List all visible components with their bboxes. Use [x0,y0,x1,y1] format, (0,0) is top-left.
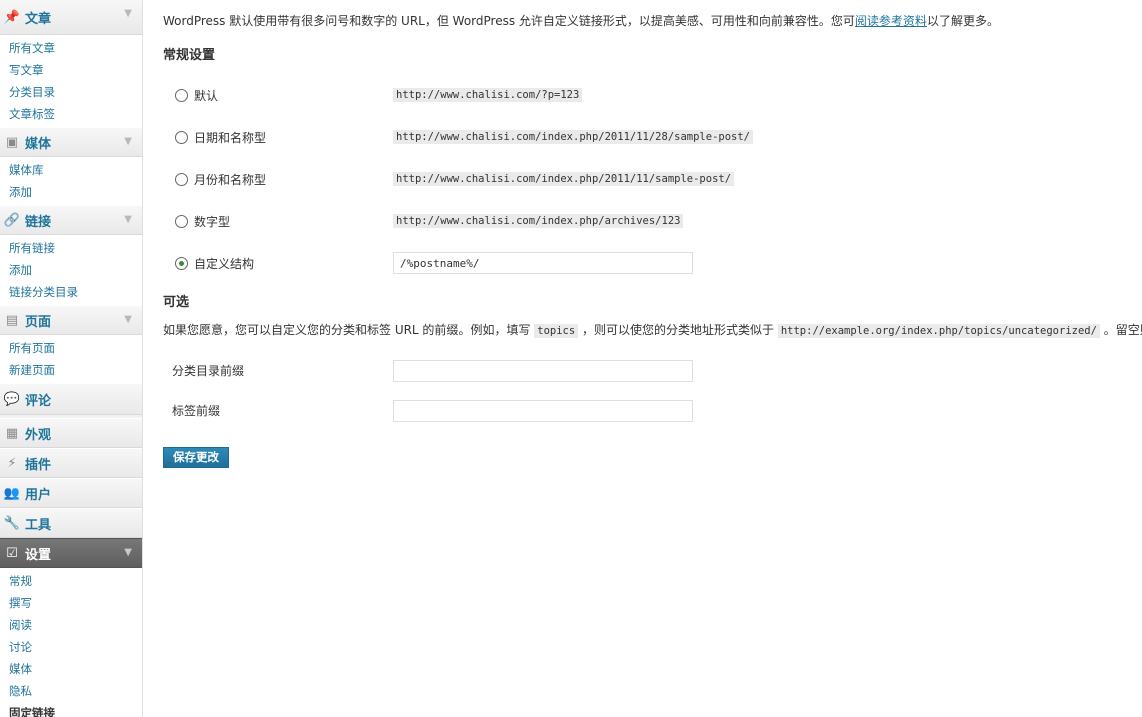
submenu-media: 媒体库 添加 [0,157,142,205]
sidebar-item-categories[interactable]: 分类目录 [0,81,142,103]
sample-date-name: http://www.chalisi.com/index.php/2011/11… [393,130,754,144]
menu-users[interactable]: 👥 用户 [0,478,142,508]
chevron-down-icon[interactable]: ▼ [124,314,132,325]
menu-appearance-label: 外观 [25,427,52,443]
sidebar-item-tags[interactable]: 文章标签 [0,103,142,125]
submenu-pages: 所有页面 新建页面 [0,335,142,383]
tools-icon: 🔧 [3,515,21,531]
menu-posts-label: 文章 [25,11,52,27]
pin-icon: 📌 [3,9,21,25]
option-date-name[interactable]: 日期和名称型 [175,126,266,148]
settings-icon: ☑ [6,545,18,561]
menu-media-label: 媒体 [25,136,52,152]
radio-date-name[interactable] [175,130,188,144]
sidebar-item-all-links[interactable]: 所有链接 [0,237,142,259]
optional-desc-2: ，则可以使您的分类地址形式类似于 [578,323,778,337]
menu-plugins[interactable]: ⚡ 插件 [0,448,142,478]
menu-tools-label: 工具 [25,517,52,533]
appearance-icon: ▦ [5,425,19,441]
chevron-down-icon[interactable]: ▼ [124,214,132,225]
sidebar-item-all-pages[interactable]: 所有页面 [0,337,142,359]
menu-links[interactable]: 🔗 链接 ▼ [0,205,142,235]
sample-numeric: http://www.chalisi.com/index.php/archive… [393,214,684,228]
sidebar-item-general[interactable]: 常规 [0,570,142,592]
optional-code-topics: topics [534,324,579,338]
menu-plugins-label: 插件 [25,457,52,473]
tag-base-label: 标签前缀 [172,404,221,418]
option-custom-label: 自定义结构 [194,256,255,271]
menu-pages-label: 页面 [25,314,52,330]
menu-appearance[interactable]: ▦ 外观 [0,418,142,448]
menu-settings[interactable]: ☑ 设置 ▼ [0,538,142,568]
option-month-name[interactable]: 月份和名称型 [175,168,266,190]
sidebar-item-permalinks[interactable]: 固定链接 [0,702,142,717]
menu-links-label: 链接 [25,214,52,230]
comment-icon: 💬 [3,391,21,407]
submenu-links: 所有链接 添加 链接分类目录 [0,235,142,305]
sidebar-item-new-post[interactable]: 写文章 [0,59,142,81]
submenu-posts: 所有文章 写文章 分类目录 文章标签 [0,35,142,127]
optional-desc-1: 如果您愿意，您可以自定义您的分类和标签 URL 的前缀。例如，填写 [163,323,535,337]
sidebar-item-writing[interactable]: 撰写 [0,592,142,614]
sidebar-item-privacy[interactable]: 隐私 [0,680,142,702]
radio-default[interactable] [175,88,188,102]
optional-code-example-url: http://example.org/index.php/topics/unca… [777,324,1100,338]
option-numeric[interactable]: 数字型 [175,210,230,232]
media-icon: ▣ [5,134,19,150]
reference-link[interactable]: 阅读参考资料 [855,14,927,28]
radio-month-name[interactable] [175,172,188,186]
option-custom[interactable]: 自定义结构 [175,252,254,274]
menu-comments[interactable]: 💬 评论 [0,383,142,415]
admin-sidebar: 📌 文章 ▼ 所有文章 写文章 分类目录 文章标签 ▣ 媒体 ▼ 媒体库 添加 … [0,0,143,717]
menu-pages[interactable]: ▤ 页面 ▼ [0,305,142,335]
intro-text: WordPress 默认使用带有很多问号和数字的 URL，但 WordPress… [163,12,999,29]
option-month-name-label: 月份和名称型 [194,172,267,187]
intro-text-after: 以了解更多。 [926,14,999,28]
submenu-settings: 常规 撰写 阅读 讨论 媒体 隐私 固定链接 [0,568,142,717]
chevron-down-icon[interactable]: ▼ [124,8,132,19]
radio-numeric[interactable] [175,214,188,228]
intro-text-before: WordPress 默认使用带有很多问号和数字的 URL，但 WordPress… [163,14,855,28]
category-base-label: 分类目录前缀 [172,364,245,378]
option-numeric-label: 数字型 [194,214,231,229]
common-settings-heading: 常规设置 [163,48,216,63]
optional-heading: 可选 [163,295,190,310]
option-date-name-label: 日期和名称型 [194,130,267,145]
sidebar-item-add-media[interactable]: 添加 [0,181,142,203]
sample-month-name: http://www.chalisi.com/index.php/2011/11… [393,172,735,186]
option-default[interactable]: 默认 [175,84,218,106]
optional-desc-3: 。留空则使 [1103,323,1142,337]
menu-media[interactable]: ▣ 媒体 ▼ [0,127,142,157]
menu-comments-label: 评论 [25,393,52,409]
chevron-down-icon[interactable]: ▼ [124,547,132,558]
sample-default: http://www.chalisi.com/?p=123 [393,88,583,102]
chevron-down-icon[interactable]: ▼ [124,136,132,147]
radio-custom[interactable] [175,256,188,270]
sidebar-item-media-library[interactable]: 媒体库 [0,159,142,181]
sidebar-item-reading[interactable]: 阅读 [0,614,142,636]
page-icon: ▤ [5,312,19,328]
sidebar-item-link-categories[interactable]: 链接分类目录 [0,281,142,303]
menu-settings-label: 设置 [25,547,52,563]
save-changes-button[interactable]: 保存更改 [163,447,229,468]
optional-description: 如果您愿意，您可以自定义您的分类和标签 URL 的前缀。例如，填写 topics… [163,321,1142,338]
menu-users-label: 用户 [25,487,52,503]
category-base-input[interactable] [393,360,693,382]
tag-base-input[interactable] [393,400,693,422]
sidebar-item-discussion[interactable]: 讨论 [0,636,142,658]
sidebar-item-new-page[interactable]: 新建页面 [0,359,142,381]
option-default-label: 默认 [194,88,219,103]
plugin-icon: ⚡ [7,455,17,471]
sidebar-item-add-link[interactable]: 添加 [0,259,142,281]
menu-posts[interactable]: 📌 文章 ▼ [0,0,142,35]
sidebar-item-all-posts[interactable]: 所有文章 [0,37,142,59]
users-icon: 👥 [3,485,21,501]
menu-tools[interactable]: 🔧 工具 [0,508,142,538]
custom-structure-input[interactable] [393,252,693,274]
link-icon: 🔗 [3,212,21,228]
sidebar-item-media-settings[interactable]: 媒体 [0,658,142,680]
